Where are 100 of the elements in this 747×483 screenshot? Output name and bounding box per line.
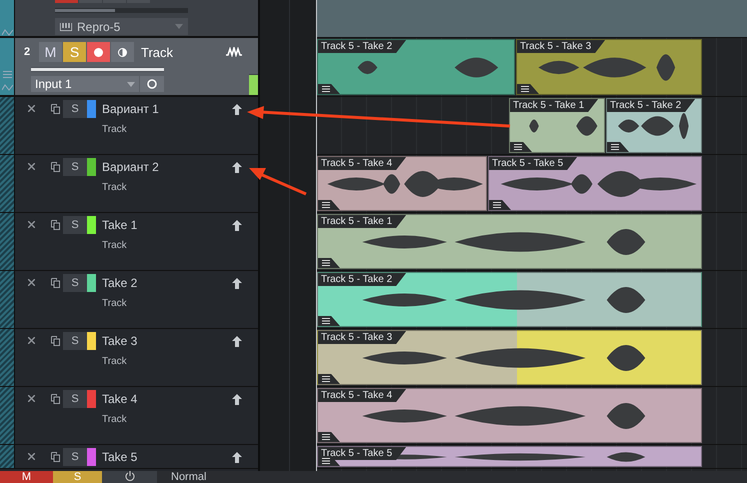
clip-label: Track 5 - Take 1 [318, 215, 406, 228]
copy-icon[interactable] [51, 104, 60, 114]
audio-clip[interactable]: Track 5 - Take 3 [317, 330, 702, 385]
monitor-icon [118, 48, 127, 56]
solo-button[interactable]: S [63, 158, 87, 176]
annotation-arrow [248, 166, 308, 196]
keyboard-icon [60, 22, 72, 30]
close-icon [28, 221, 34, 228]
clip-label: Track 5 - Take 3 [318, 331, 406, 344]
power-icon [124, 471, 134, 481]
clip-label: Track 5 - Take 4 [318, 389, 406, 402]
clip-menu-tab[interactable] [318, 258, 340, 268]
mute-button[interactable]: M [39, 42, 62, 62]
clip-menu-tab[interactable] [510, 142, 532, 152]
track-name: Track [141, 44, 174, 60]
clip-menu-tab[interactable] [318, 200, 340, 210]
color-swatch[interactable] [87, 158, 96, 176]
lane-subtitle: Track [102, 298, 128, 309]
lane-name: Take 4 [102, 392, 138, 406]
color-swatch[interactable] [87, 274, 96, 292]
solo-button[interactable]: S [63, 390, 87, 408]
promote-button[interactable] [232, 220, 242, 230]
lane-name: Take 5 [102, 450, 138, 464]
lane-name: Вариант 2 [102, 160, 160, 174]
instrument-dropdown[interactable]: Repro-5 [55, 18, 188, 35]
close-icon [28, 453, 34, 460]
audio-clip[interactable]: Track 5 - Take 4 [317, 156, 487, 211]
arrow-up-icon [232, 336, 242, 346]
arrow-up-icon [232, 452, 242, 462]
close-icon [28, 337, 34, 344]
promote-button[interactable] [232, 104, 242, 114]
clip-label: Track 5 - Take 5 [318, 447, 406, 460]
circle-icon [147, 79, 157, 89]
arrow-up-icon [232, 278, 242, 288]
audio-clip[interactable]: Track 5 - Take 2 [317, 39, 515, 95]
color-swatch[interactable] [87, 332, 96, 350]
record-icon [94, 48, 103, 56]
arrow-up-icon [232, 162, 242, 172]
lane-name: Take 2 [102, 276, 138, 290]
color-swatch[interactable] [87, 448, 96, 466]
clip-menu-tab[interactable] [318, 84, 340, 94]
clip-label: Track 5 - Take 4 [318, 157, 406, 170]
clip-label: Track 5 - Take 2 [318, 40, 406, 53]
audio-clip[interactable]: Track 5 - Take 4 [317, 388, 702, 443]
audio-clip[interactable]: Track 5 - Take 1 [317, 214, 702, 269]
clip-label: Track 5 - Take 2 [318, 273, 406, 286]
promote-button[interactable] [232, 452, 242, 462]
input-dropdown[interactable]: Input 1 [31, 76, 139, 92]
color-swatch[interactable] [87, 100, 96, 118]
lane-subtitle: Track [102, 240, 128, 251]
copy-icon[interactable] [51, 452, 60, 462]
audio-clip[interactable]: Track 5 - Take 5 [488, 156, 702, 211]
copy-icon[interactable] [51, 336, 60, 346]
copy-icon[interactable] [51, 278, 60, 288]
arrow-up-icon [232, 394, 242, 404]
promote-button[interactable] [232, 394, 242, 404]
lane-name: Take 1 [102, 218, 138, 232]
lane-name: Вариант 1 [102, 102, 160, 116]
mute-button[interactable]: M [0, 471, 53, 483]
mode-dropdown[interactable]: Normal [171, 471, 206, 483]
waveform-icon[interactable] [226, 47, 242, 57]
solo-button[interactable]: S [63, 100, 87, 118]
audio-clip[interactable]: Track 5 - Take 3 [516, 39, 702, 95]
caret-icon [127, 82, 135, 86]
clip-menu-tab[interactable] [318, 432, 340, 442]
copy-icon[interactable] [51, 162, 60, 172]
promote-button[interactable] [232, 162, 242, 172]
clip-label: Track 5 - Take 2 [607, 99, 696, 112]
clip-menu-tab[interactable] [607, 142, 629, 152]
solo-button[interactable]: S [63, 448, 87, 466]
promote-button[interactable] [232, 278, 242, 288]
lane-subtitle: Track [102, 414, 128, 425]
power-button[interactable] [102, 471, 157, 483]
clip-menu-tab[interactable] [318, 374, 340, 384]
clip-label: Track 5 - Take 3 [517, 40, 606, 53]
monitor-button[interactable] [111, 42, 134, 62]
copy-icon[interactable] [51, 220, 60, 230]
arrow-up-icon [232, 104, 242, 114]
color-swatch[interactable] [87, 390, 96, 408]
clip-menu-tab[interactable] [517, 84, 539, 94]
lane-subtitle: Track [102, 356, 128, 367]
lane-subtitle: Track [102, 124, 128, 135]
clip-label: Track 5 - Take 5 [489, 157, 578, 170]
input-monitor-button[interactable] [140, 76, 164, 92]
audio-clip[interactable]: Track 5 - Take 2 [317, 272, 702, 327]
lane-name: Take 3 [102, 334, 138, 348]
copy-icon[interactable] [51, 394, 60, 404]
solo-button[interactable]: S [63, 332, 87, 350]
color-swatch[interactable] [87, 216, 96, 234]
clip-menu-tab[interactable] [318, 316, 340, 326]
solo-button[interactable]: S [63, 274, 87, 292]
record-button[interactable] [87, 42, 110, 62]
solo-button[interactable]: S [63, 216, 87, 234]
audio-clip[interactable]: Track 5 - Take 2 [606, 98, 702, 153]
audio-clip[interactable]: Track 5 - Take 1 [509, 98, 605, 153]
arrow-up-icon [232, 220, 242, 230]
audio-clip[interactable]: Track 5 - Take 5 [317, 446, 702, 467]
volume-slider[interactable] [55, 8, 188, 13]
clip-menu-tab[interactable] [489, 200, 511, 210]
promote-button[interactable] [232, 336, 242, 346]
